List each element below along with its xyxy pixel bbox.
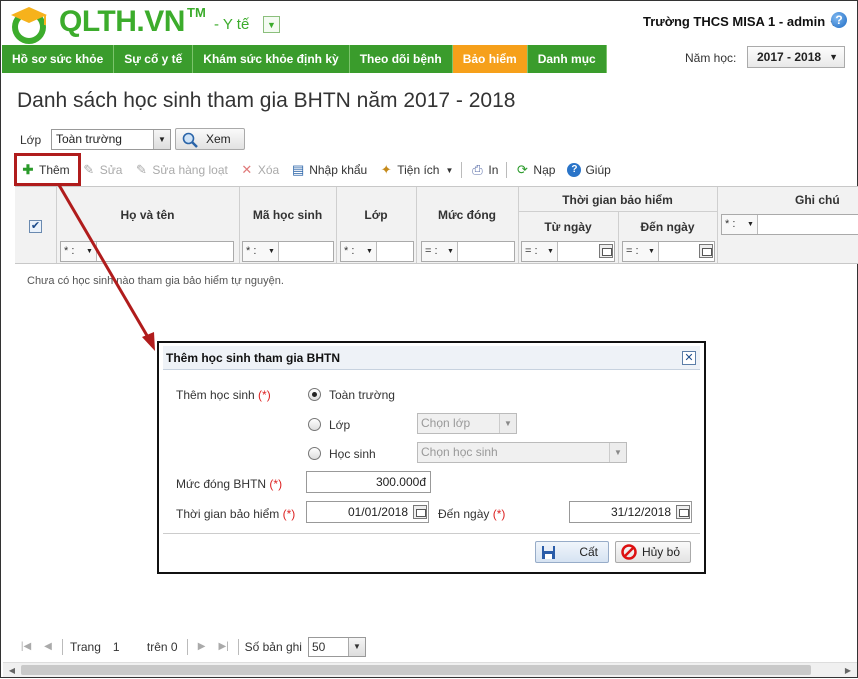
radio-all-school-label: Toàn trường bbox=[329, 388, 395, 402]
save-button[interactable]: Cất bbox=[535, 541, 609, 563]
cancel-button[interactable]: Hủy bỏ bbox=[615, 541, 691, 563]
pager-divider bbox=[237, 639, 239, 655]
to-date-label-text: Đến ngày bbox=[438, 507, 490, 521]
prev-page-icon[interactable]: ◀ bbox=[42, 641, 54, 653]
dialog-footer: Cất Hủy bỏ bbox=[163, 533, 700, 569]
from-date-value: 01/01/2018 bbox=[347, 505, 408, 519]
records-select[interactable]: 50 ▼ bbox=[307, 637, 366, 657]
records-value: 50 bbox=[311, 640, 326, 654]
page-number-input[interactable]: 1 bbox=[113, 640, 143, 654]
radio-student[interactable] bbox=[308, 447, 321, 460]
fee-input[interactable]: 300.000đ bbox=[306, 471, 431, 493]
class-picker-placeholder: Chọn lớp bbox=[421, 416, 471, 430]
to-date-value: 31/12/2018 bbox=[610, 505, 671, 519]
dialog-title: Thêm học sinh tham gia BHTN bbox=[166, 351, 341, 365]
horizontal-scrollbar[interactable]: ◀ ▶ bbox=[3, 662, 857, 677]
pager-divider bbox=[62, 639, 63, 655]
add-student-text: Thêm học sinh bbox=[176, 388, 255, 402]
next-page-icon[interactable]: ▶ bbox=[196, 641, 208, 653]
scroll-left-icon[interactable]: ◀ bbox=[6, 665, 18, 676]
last-page-icon[interactable]: ▶| bbox=[218, 641, 230, 653]
page-total: trên 0 bbox=[146, 640, 178, 654]
add-student-dialog: Thêm học sinh tham gia BHTN ✕ Thêm học s… bbox=[157, 341, 706, 574]
fee-label: Mức đóng BHTN (*) bbox=[176, 477, 282, 491]
chevron-down-icon: ▼ bbox=[499, 414, 516, 433]
period-label-text: Thời gian bảo hiểm bbox=[176, 507, 280, 521]
required-mark: (*) bbox=[492, 507, 506, 521]
save-label: Cất bbox=[579, 545, 598, 559]
student-picker[interactable]: Chọn học sinh ▼ bbox=[417, 442, 627, 463]
calendar-icon[interactable] bbox=[676, 505, 690, 519]
scrollbar-thumb[interactable] bbox=[21, 665, 811, 675]
first-page-icon[interactable]: |◀ bbox=[20, 641, 32, 653]
floppy-disk-icon bbox=[542, 546, 555, 559]
add-student-label: Thêm học sinh (*) bbox=[176, 388, 271, 402]
to-date-label: Đến ngày (*) bbox=[438, 507, 505, 521]
from-date-input[interactable]: 01/01/2018 bbox=[306, 501, 429, 523]
student-picker-placeholder: Chọn học sinh bbox=[421, 445, 498, 459]
records-label: Số bản ghi bbox=[244, 640, 302, 654]
dialog-body: Thêm học sinh (*) Toàn trường Lớp Chọn l… bbox=[163, 371, 700, 533]
close-icon[interactable]: ✕ bbox=[682, 351, 696, 365]
annotation-arrow bbox=[57, 184, 155, 351]
radio-student-label: Học sinh bbox=[329, 447, 376, 461]
radio-all-school[interactable] bbox=[308, 388, 321, 401]
dialog-header: Thêm học sinh tham gia BHTN ✕ bbox=[163, 346, 700, 370]
required-mark: (*) bbox=[269, 477, 283, 491]
radio-class[interactable] bbox=[308, 418, 321, 431]
radio-class-label: Lớp bbox=[329, 418, 351, 432]
required-mark: (*) bbox=[282, 507, 296, 521]
chevron-down-icon: ▼ bbox=[347, 638, 365, 656]
class-picker[interactable]: Chọn lớp ▼ bbox=[417, 413, 517, 434]
calendar-icon[interactable] bbox=[413, 505, 427, 519]
required-mark: (*) bbox=[258, 388, 271, 402]
scroll-right-icon[interactable]: ▶ bbox=[842, 665, 854, 676]
cancel-icon bbox=[621, 544, 637, 560]
pager: |◀ ◀ Trang 1 trên 0 ▶ ▶| Số bản ghi 50 ▼ bbox=[15, 635, 858, 659]
page-label: Trang bbox=[70, 640, 101, 654]
cancel-label: Hủy bỏ bbox=[641, 545, 680, 559]
period-label: Thời gian bảo hiểm (*) bbox=[176, 507, 295, 521]
fee-label-text: Mức đóng BHTN bbox=[176, 477, 267, 491]
to-date-input[interactable]: 31/12/2018 bbox=[569, 501, 692, 523]
pager-divider bbox=[186, 639, 188, 655]
chevron-down-icon: ▼ bbox=[609, 443, 626, 462]
